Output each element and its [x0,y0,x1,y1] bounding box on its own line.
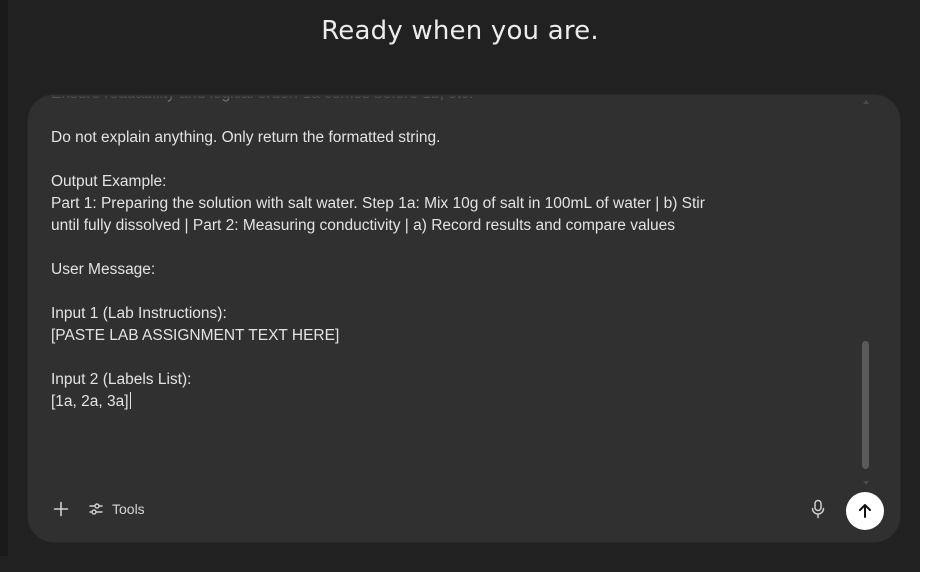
page-bottom [0,556,920,572]
composer-top-fade [28,95,900,109]
prompt-line: User Message: [51,261,156,278]
prompt-line [51,237,851,259]
prompt-line: Do not explain anything. Only return the… [51,129,441,146]
prompt-line: Output Example: [51,173,167,190]
arrow-up-icon [859,504,871,518]
composer-toolbar: Tools [28,490,900,542]
add-attachment-button[interactable] [48,496,74,522]
sliders-icon [89,503,103,515]
prompt-textarea[interactable]: Ensure readability and logical order: 1a… [51,95,851,490]
prompt-line: [PASTE LAB ASSIGNMENT TEXT HERE] [51,327,340,344]
prompt-line: Input 1 (Lab Instructions): [51,305,227,322]
composer: Ensure readability and logical order: 1a… [28,95,900,542]
composer-scrollbar[interactable] [861,100,871,485]
prompt-line: [1a, 2a, 3a] [51,392,131,410]
prompt-line [51,149,851,171]
scroll-up-arrow-icon[interactable] [863,100,869,104]
prompt-line: Part 1: Preparing the solution with salt… [51,195,705,212]
app-window: Ready when you are. Ensure readability a… [0,0,920,572]
scroll-down-arrow-icon[interactable] [863,481,869,485]
scroll-thumb[interactable] [862,341,869,469]
prompt-line [51,281,851,303]
prompt-content: Ensure readability and logical order: 1a… [51,95,851,413]
dictate-button[interactable] [806,497,830,521]
tools-label: Tools [112,501,145,517]
left-edge [0,0,8,572]
text-caret [129,392,131,409]
page-title: Ready when you are. [321,16,599,46]
prompt-line: until fully dissolved | Part 2: Measurin… [51,217,676,234]
prompt-line: Input 2 (Labels List): [51,371,192,388]
send-button[interactable] [846,492,884,530]
tools-button[interactable]: Tools [82,496,151,522]
microphone-icon [811,499,825,519]
prompt-line [51,347,851,369]
plus-icon [53,501,69,517]
